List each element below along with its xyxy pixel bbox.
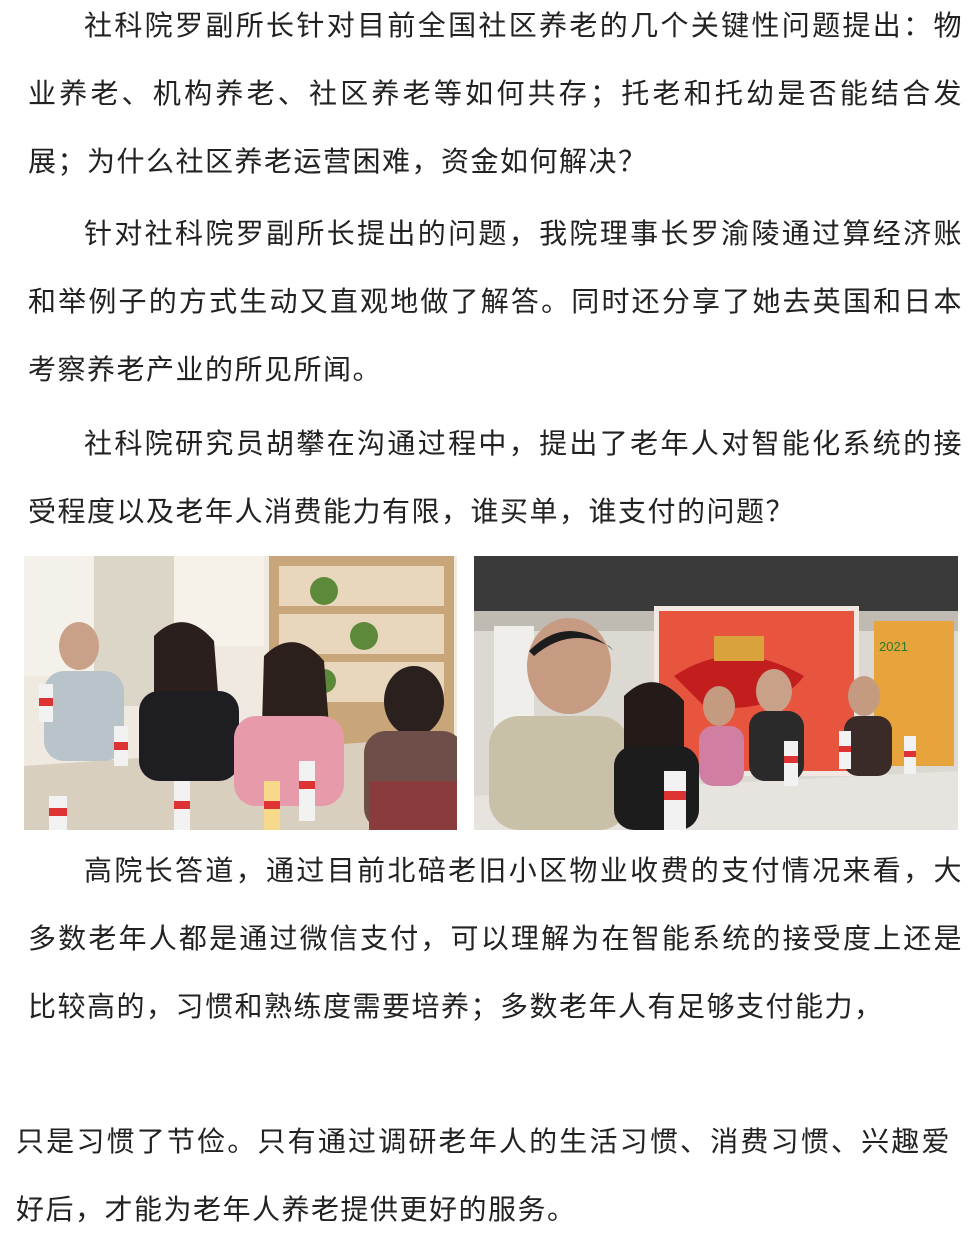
meeting-photo-left (24, 556, 457, 830)
paragraph-2: 针对社科院罗副所长提出的问题，我院理事长罗渝陵通过算经济账和举例子的方式生动又直… (28, 217, 963, 386)
meeting-photo-right: 2021 (474, 556, 958, 830)
banner-year-text: 2021 (879, 639, 908, 654)
paragraph-3: 社科院研究员胡攀在沟通过程中，提出了老年人对智能化系统的接受程度以及老年人消费能… (28, 427, 963, 528)
paragraph-1: 社科院罗副所长针对目前全国社区养老的几个关键性问题提出：物业养老、机构养老、社区… (28, 9, 963, 178)
paragraph-5: 只是习惯了节俭。只有通过调研老年人的生活习惯、消费习惯、兴趣爱好后，才能为老年人… (16, 1125, 951, 1226)
paragraph-4: 高院长答道，通过目前北碚老旧小区物业收费的支付情况来看，大多数老年人都是通过微信… (28, 854, 963, 1023)
